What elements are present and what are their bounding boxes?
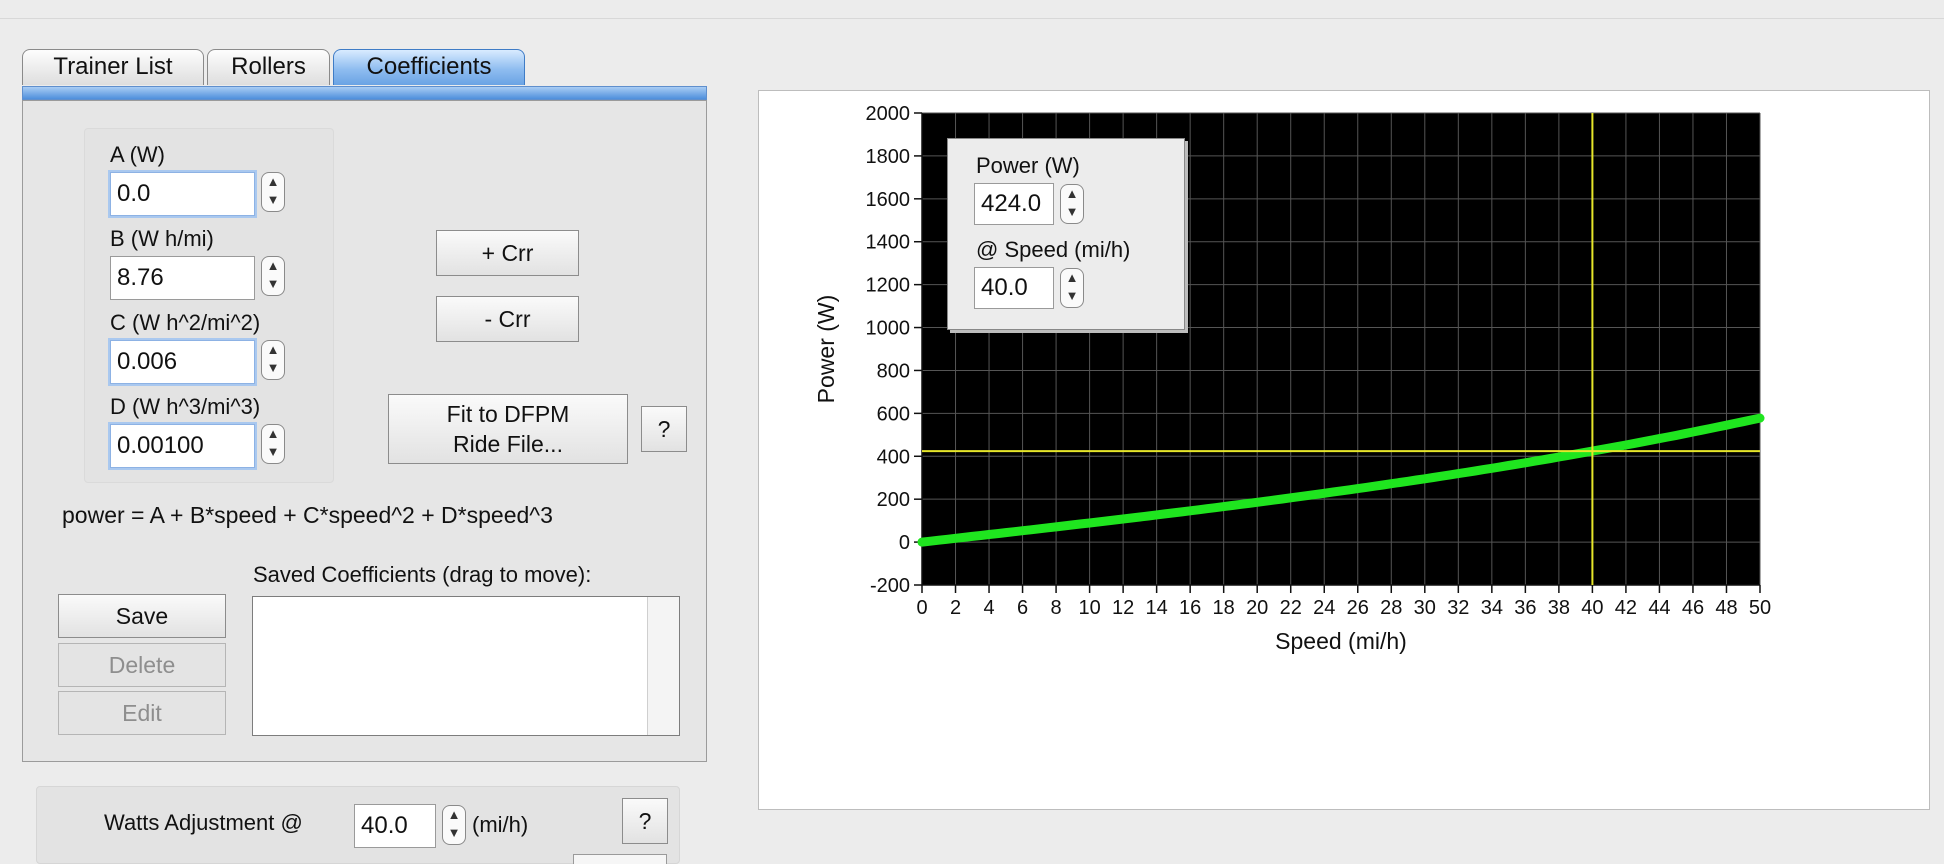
fit-button-line1: Fit to DFPM [446,401,570,427]
y-tick-label: 600 [877,403,910,425]
a-stepper[interactable]: ▲ ▼ [261,172,285,212]
x-tick-label: 18 [1213,597,1235,619]
x-tick-label: 44 [1648,597,1670,619]
partial-control[interactable] [573,854,667,864]
y-tick-label: 0 [899,532,910,554]
x-tick-label: 0 [916,597,927,619]
top-divider [0,18,1944,19]
a-input[interactable]: 0.0 [110,172,255,216]
cursor-info-box: Power (W) 424.0 ▲ ▼ @ Speed (mi/h) 40.0 ▲… [947,138,1185,330]
saved-coefficients-label: Saved Coefficients (drag to move): [253,562,592,587]
watts-speed-input[interactable]: 40.0 [354,804,436,848]
x-tick-label: 20 [1246,597,1268,619]
cursor-speed-input[interactable]: 40.0 [974,267,1054,309]
d-input[interactable]: 0.00100 [110,424,255,468]
y-tick-label: 400 [877,446,910,468]
y-tick-label: 800 [877,360,910,382]
c-label: C (W h^2/mi^2) [110,310,261,335]
fit-button-line2: Ride File... [453,431,563,457]
x-tick-label: 30 [1414,597,1436,619]
y-tick-label: 1800 [866,146,911,168]
tab-trainer-list[interactable]: Trainer List [22,49,204,85]
tab-rollers[interactable]: Rollers [207,49,330,85]
y-tick-label: 2000 [866,103,911,125]
x-tick-label: 6 [1017,597,1028,619]
x-tick-label: 16 [1179,597,1201,619]
x-tick-label: 26 [1347,597,1369,619]
c-input[interactable]: 0.006 [110,340,255,384]
x-tick-label: 38 [1548,597,1570,619]
x-tick-label: 22 [1280,597,1302,619]
fit-dfpm-button[interactable]: Fit to DFPM Ride File... [388,394,628,464]
cursor-power-label: Power (W) [976,153,1080,178]
edit-button[interactable]: Edit [58,691,226,735]
a-label: A (W) [110,142,165,167]
x-tick-label: 8 [1051,597,1062,619]
y-tick-label: 1200 [866,275,911,297]
x-tick-label: 4 [983,597,994,619]
power-chart[interactable]: -200020040060080010001200140016001800200… [758,90,1930,810]
watts-help-button[interactable]: ? [622,798,668,844]
x-tick-label: 10 [1078,597,1100,619]
x-tick-label: 14 [1146,597,1168,619]
y-tick-label: 1400 [866,232,911,254]
x-tick-label: 12 [1112,597,1134,619]
x-tick-label: 24 [1313,597,1335,619]
b-label: B (W h/mi) [110,226,214,251]
d-label: D (W h^3/mi^3) [110,394,261,419]
x-tick-label: 48 [1715,597,1737,619]
tab-coefficients[interactable]: Coefficients [333,49,525,85]
cursor-speed-label: @ Speed (mi/h) [976,237,1131,262]
watts-speed-stepper[interactable]: ▲ ▼ [442,805,466,845]
y-tick-label: 1000 [866,318,911,340]
x-tick-label: 42 [1615,597,1637,619]
list-scrollbar[interactable] [647,597,679,735]
y-tick-label: 200 [877,489,910,511]
fit-help-button[interactable]: ? [641,406,687,452]
x-tick-label: 40 [1581,597,1603,619]
tab-underline [22,86,707,100]
x-tick-label: 32 [1447,597,1469,619]
cursor-power-input[interactable]: 424.0 [974,183,1054,225]
watts-adjustment-label: Watts Adjustment @ [104,810,303,835]
minus-crr-button[interactable]: - Crr [436,296,579,342]
formula-text: power = A + B*speed + C*speed^2 + D*spee… [62,502,553,528]
c-stepper[interactable]: ▲ ▼ [261,340,285,380]
y-tick-label: 1600 [866,189,911,211]
plus-crr-button[interactable]: + Crr [436,230,579,276]
d-stepper[interactable]: ▲ ▼ [261,424,285,464]
b-input[interactable]: 8.76 [110,256,255,300]
b-stepper[interactable]: ▲ ▼ [261,256,285,296]
y-axis-label: Power (W) [813,295,839,404]
delete-button[interactable]: Delete [58,643,226,687]
cursor-power-stepper[interactable]: ▲ ▼ [1060,184,1084,224]
x-tick-label: 34 [1481,597,1503,619]
x-axis-label: Speed (mi/h) [1275,628,1407,654]
x-tick-label: 2 [950,597,961,619]
x-tick-label: 28 [1380,597,1402,619]
y-tick-label: -200 [870,575,910,597]
x-tick-label: 50 [1749,597,1771,619]
x-tick-label: 46 [1682,597,1704,619]
watts-unit-label: (mi/h) [472,812,529,837]
saved-coefficients-list[interactable] [252,596,680,736]
cursor-speed-stepper[interactable]: ▲ ▼ [1060,268,1084,308]
save-button[interactable]: Save [58,594,226,638]
x-tick-label: 36 [1514,597,1536,619]
